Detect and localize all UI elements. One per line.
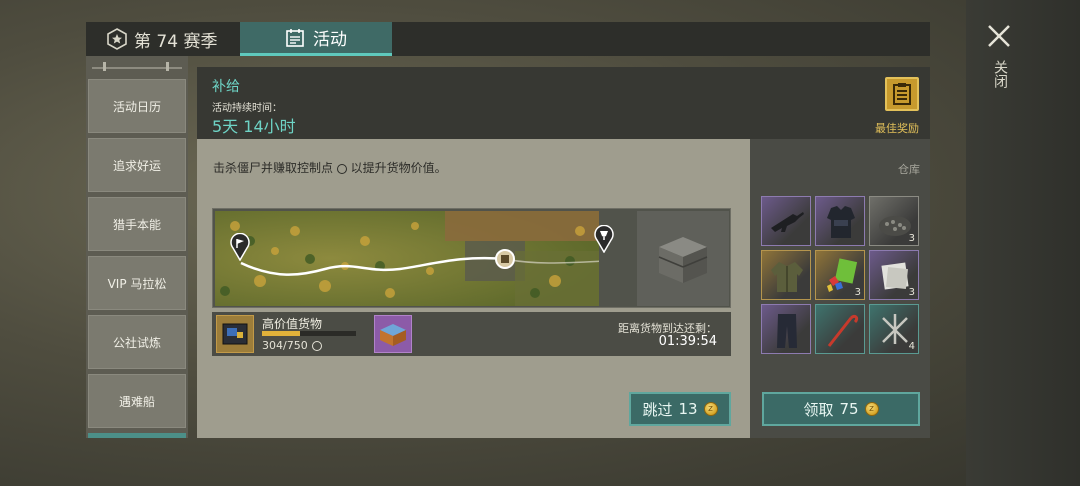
crate-icon [658,236,708,283]
claim-button-cost: 75 [839,400,859,418]
warehouse-slot-assault-rifle[interactable] [761,196,811,246]
warehouse-slot-crowbar[interactable] [815,304,865,354]
route-map-frame [212,208,731,308]
slot-quantity: 4 [908,341,915,352]
gold-coin-icon: z [703,402,718,416]
sidebar-item-label: VIP 马拉松 [107,276,167,291]
claim-button-label: 领取 [803,400,834,419]
blue-case-icon [380,324,406,346]
event-description: 击杀僵尸并赚取控制点 以提升货物价值。 [213,159,447,176]
control-point-icon [311,340,322,351]
sidebar-item-shipwreck[interactable]: 遇难船 [88,374,186,428]
cargo-item-icon[interactable] [216,315,254,353]
cargo-case-icon [222,323,248,345]
warehouse-slot-pants[interactable] [761,304,811,354]
claim-button[interactable]: 领取 75 z [762,392,920,426]
assault-rifle-icon [771,212,804,232]
tab-season-label: 第 74 赛季 [134,31,218,52]
sidebar-item-activity-calendar[interactable]: 活动日历 [88,79,186,133]
sidebar-scroll-decoration [92,62,182,71]
start-flag-marker-icon [230,233,250,261]
warehouse-slot-nails[interactable]: 4 [869,304,919,354]
sidebar-item-label: 活动日历 [112,99,161,114]
supply-crate [637,211,729,306]
sidebar-item-label: 遇难船 [118,394,155,409]
slot-quantity: 3 [854,287,861,298]
best-reward-button[interactable] [885,77,919,111]
event-title: 补给 [212,79,240,95]
tab-activity[interactable]: 活动 [240,22,392,56]
warehouse-slot-tactical-vest[interactable] [815,196,865,246]
side-panel [966,0,1080,486]
tab-bar: 第 74 赛季 活动 [86,22,930,56]
control-point-icon [336,163,347,174]
cargo-progress-fill [262,331,301,336]
slot-quantity: 3 [908,287,915,298]
sidebar-item-commune-trial[interactable]: 公社试炼 [88,315,186,369]
skip-button[interactable]: 跳过 13 z [629,392,731,426]
tab-activity-label: 活动 [313,30,347,50]
sidebar-item-vip-marathon[interactable]: VIP 马拉松 [88,256,186,310]
warehouse-slot-fabric[interactable]: 3 [869,250,919,300]
tactical-vest-icon [827,206,855,238]
next-cargo-icon[interactable] [374,315,412,353]
cargo-progress-text: 304/750 [262,339,308,352]
best-reward-label: 最佳奖励 [875,122,919,135]
jacket-icon [771,262,803,292]
gold-coin-icon: z [864,402,879,416]
duration-value: 5天 14小时 [212,117,296,136]
skip-button-cost: 13 [678,400,698,418]
cargo-name: 高价值货物 [262,317,323,331]
sidebar-item-label: 追求好运 [112,158,161,173]
warehouse-label: 仓库 [898,163,920,176]
calendar-icon [286,28,304,47]
slot-quantity: 3 [908,233,915,244]
sidebar-item-hunter-instinct[interactable]: 猎手本能 [88,197,186,251]
description-suffix: 以提升货物价值。 [350,161,447,175]
skip-button-label: 跳过 [642,400,673,419]
crowbar-icon [827,314,859,347]
sidebar-item-label: 猎手本能 [112,217,161,232]
sidebar-item-label: 公社试炼 [112,335,161,350]
close-button[interactable] [985,22,1013,50]
arrival-countdown: 01:39:54 [658,334,717,349]
tab-season[interactable]: 第 74 赛季 [86,22,240,56]
map-terrain [215,211,599,306]
season-badge-icon [107,28,127,50]
warehouse-slot-jacket[interactable] [761,250,811,300]
sidebar-item-pursue-luck[interactable]: 追求好运 [88,138,186,192]
description-text: 击杀僵尸并赚取控制点 [213,161,334,175]
close-icon[interactable] [985,22,1013,50]
sidebar-active-indicator [88,433,186,438]
warehouse-slot-gem-book[interactable]: 3 [815,250,865,300]
event-header: 补给 活动持续时间： 5天 14小时 最佳奖励 [197,67,930,139]
duration-label: 活动持续时间： [212,103,282,114]
close-label[interactable]: 关闭 [990,60,1008,88]
destination-marker-icon [594,225,614,253]
cargo-progress: 304/750 [262,339,322,352]
clipboard-icon [893,83,911,105]
cargo-progress-bar [262,331,356,336]
pants-icon [777,314,797,348]
supply-panel: 击杀僵尸并赚取控制点 以提升货物价值。 高价值货物 304/750 距离货物到达… [197,139,750,438]
cargo-info: 高价值货物 304/750 距离货物到达还剩： 01:39:54 [212,312,731,356]
route-map [215,211,599,306]
warehouse-slot-gravel[interactable]: 3 [869,196,919,246]
